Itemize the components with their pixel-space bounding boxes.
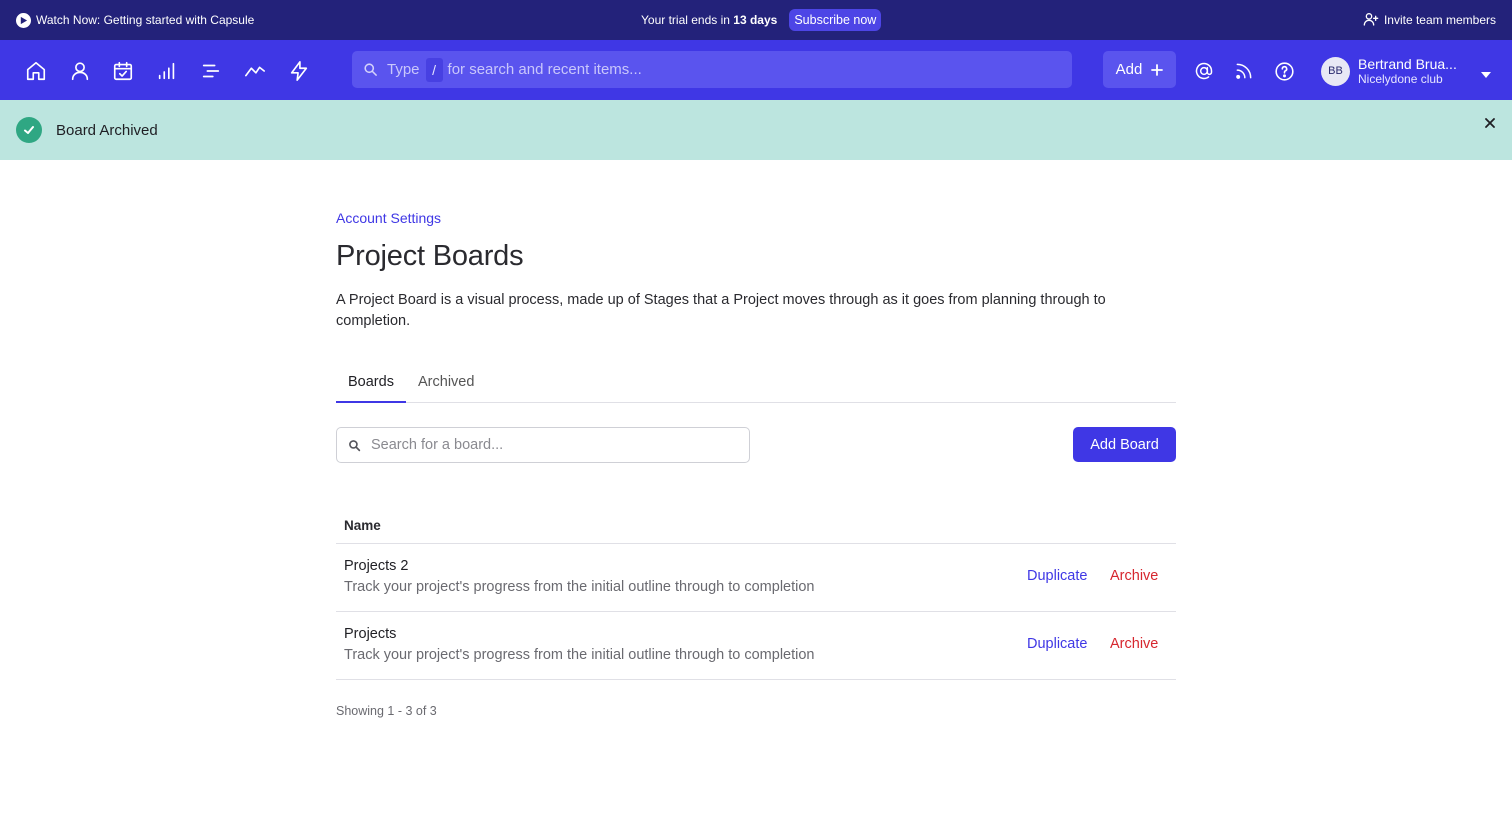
global-search-input[interactable]: Type / for search and recent items... [352,51,1072,88]
invite-team-link[interactable]: Invite team members [1363,0,1496,40]
page-description: A Project Board is a visual process, mad… [336,292,1106,329]
success-flash: Board Archived [0,100,1512,160]
duplicate-button[interactable]: Duplicate [1027,636,1087,652]
trial-days: 13 days [733,13,778,27]
archive-button[interactable]: Archive [1110,568,1158,584]
search-icon [363,62,378,77]
add-button[interactable]: Add [1103,51,1176,88]
invite-label: Invite team members [1383,13,1496,27]
table-row: Projects 2 Track your project's progress… [336,544,1176,612]
add-board-button[interactable]: Add Board [1073,427,1176,462]
announcement-bar: Watch Now: Getting started with Capsule … [0,0,1512,40]
watch-label: Watch Now: Getting started with Capsule [36,13,255,27]
user-name: Bertrand Brua... [1358,55,1457,72]
column-header-name: Name [336,508,1176,544]
user-org: Nicelydone club [1358,71,1443,86]
trial-text: Your trial ends in 13 days [641,13,777,27]
archive-button[interactable]: Archive [1110,636,1158,652]
help-icon[interactable] [1272,59,1296,83]
duplicate-button[interactable]: Duplicate [1027,568,1087,584]
avatar: BB [1321,56,1350,86]
board-search-input[interactable]: Search for a board... [336,427,750,463]
page-title: Project Boards [336,240,524,272]
search-hint: for search and recent items... [447,61,642,78]
main-navbar: Type / for search and recent items... Ad… [0,40,1512,100]
search-type-label: Type [387,61,420,78]
trend-icon[interactable] [243,59,267,83]
breadcrumb-account-settings[interactable]: Account Settings [336,210,441,226]
user-menu[interactable]: BB Bertrand Brua... Nicelydone club [1321,53,1457,89]
flash-message: Board Archived [56,121,158,139]
tab-boards[interactable]: Boards [336,364,406,403]
check-icon [16,117,42,143]
boards-table: Name Projects 2 Track your project's pro… [336,508,1176,680]
bolt-icon[interactable] [287,59,311,83]
watch-video-link[interactable]: Watch Now: Getting started with Capsule [16,0,254,40]
trial-notice: Your trial ends in 13 days Subscribe now [641,0,882,40]
feed-icon[interactable] [1232,59,1256,83]
projects-icon[interactable] [199,59,223,83]
user-info: Bertrand Brua... Nicelydone club [1358,56,1457,87]
subscribe-button[interactable]: Subscribe now [789,9,882,31]
pagination-summary: Showing 1 - 3 of 3 [336,704,437,718]
search-icon [348,439,371,452]
chevron-down-icon[interactable] [1481,66,1491,84]
trial-prefix: Your trial ends in [641,13,730,27]
table-row: Projects Track your project's progress f… [336,612,1176,680]
mentions-icon[interactable] [1192,59,1216,83]
calendar-check-icon[interactable] [111,59,135,83]
home-icon[interactable] [24,59,48,83]
tab-bar: Boards Archived [336,364,1176,403]
play-icon [16,12,31,28]
add-label: Add [1115,61,1143,78]
add-user-icon [1363,11,1379,30]
search-shortcut-key: / [425,57,443,82]
plus-icon [1151,63,1164,76]
bar-chart-icon[interactable] [155,59,179,83]
tab-archived[interactable]: Archived [406,364,486,403]
person-icon[interactable] [68,59,92,83]
close-icon[interactable] [1484,116,1496,134]
board-search-placeholder: Search for a board... [371,437,504,453]
